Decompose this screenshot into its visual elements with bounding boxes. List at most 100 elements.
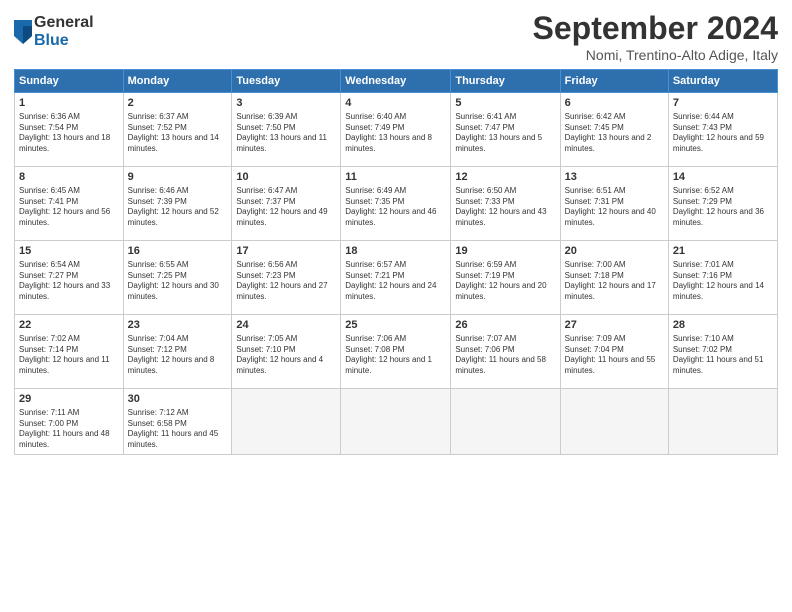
calendar-cell: 13Sunrise: 6:51 AMSunset: 7:31 PMDayligh… [560, 167, 668, 241]
calendar-cell: 20Sunrise: 7:00 AMSunset: 7:18 PMDayligh… [560, 241, 668, 315]
daylight: Daylight: 11 hours and 58 minutes. [455, 355, 546, 375]
calendar-cell: 17Sunrise: 6:56 AM Sunset: 7:23 PMDayligh… [232, 241, 341, 315]
sunset: Sunset: 7:45 PM [565, 123, 624, 132]
daylight: Daylight: 12 hours and 43 minutes. [455, 207, 546, 227]
calendar-cell: 29Sunrise: 7:11 AMSunset: 7:00 PMDayligh… [15, 389, 124, 455]
calendar-cell: 18Sunrise: 6:57 AMSunset: 7:21 PMDayligh… [341, 241, 451, 315]
sunrise: Sunrise: 7:05 AM [236, 334, 297, 343]
sunrise: Sunrise: 7:12 AM [128, 408, 189, 417]
day-number: 23 [128, 318, 228, 333]
day-number: 21 [673, 244, 773, 259]
daylight: Daylight: 13 hours and 18 minutes. [19, 133, 110, 153]
daylight: Daylight: 12 hours and 17 minutes. [565, 281, 656, 301]
sunrise: Sunrise: 7:02 AM [19, 334, 80, 343]
sunset: Sunset: 7:04 PM [565, 345, 624, 354]
sunset: Sunset: 7:41 PM [19, 197, 78, 206]
main-title: September 2024 [533, 10, 778, 47]
day-number: 22 [19, 318, 119, 333]
calendar-cell [668, 389, 777, 455]
sunset: Sunset: 7:14 PM [19, 345, 78, 354]
sunset: Sunset: 7:10 PM [236, 345, 295, 354]
col-header-thursday: Thursday [451, 70, 560, 93]
calendar-cell: 6Sunrise: 6:42 AMSunset: 7:45 PMDaylight… [560, 93, 668, 167]
sunset: Sunset: 7:16 PM [673, 271, 732, 280]
sunrise: Sunrise: 6:46 AM [128, 186, 189, 195]
calendar-cell: 25Sunrise: 7:06 AMSunset: 7:08 PMDayligh… [341, 315, 451, 389]
sunrise: Sunrise: 6:49 AM [345, 186, 406, 195]
calendar-cell: 21Sunrise: 7:01 AMSunset: 7:16 PMDayligh… [668, 241, 777, 315]
sunrise: Sunrise: 7:11 AM [19, 408, 79, 417]
daylight: Daylight: 13 hours and 5 minutes. [455, 133, 542, 153]
sunrise: Sunrise: 6:51 AM [565, 186, 626, 195]
daylight: Daylight: 12 hours and 24 minutes. [345, 281, 436, 301]
sunrise: Sunrise: 6:47 AM [236, 186, 297, 195]
sunrise: Sunrise: 6:41 AM [455, 112, 516, 121]
sunset: Sunset: 7:39 PM [128, 197, 187, 206]
daylight: Daylight: 12 hours and 20 minutes. [455, 281, 546, 301]
day-number: 3 [236, 96, 336, 111]
sunset: Sunset: 7:49 PM [345, 123, 404, 132]
sunrise: Sunrise: 6:44 AM [673, 112, 734, 121]
daylight: Daylight: 13 hours and 14 minutes. [128, 133, 219, 153]
col-header-tuesday: Tuesday [232, 70, 341, 93]
day-number: 28 [673, 318, 773, 333]
sunset: Sunset: 7:12 PM [128, 345, 187, 354]
sunrise: Sunrise: 7:10 AM [673, 334, 734, 343]
calendar-cell: 11Sunrise: 6:49 AMSunset: 7:35 PMDayligh… [341, 167, 451, 241]
day-number: 19 [455, 244, 555, 259]
day-number: 20 [565, 244, 664, 259]
col-header-friday: Friday [560, 70, 668, 93]
daylight: Daylight: 12 hours and 27 minutes. [236, 281, 327, 301]
daylight: Daylight: 12 hours and 33 minutes. [19, 281, 110, 301]
sunrise: Sunrise: 6:42 AM [565, 112, 626, 121]
day-number: 27 [565, 318, 664, 333]
calendar-cell: 30Sunrise: 7:12 AMSunset: 6:58 PMDayligh… [123, 389, 232, 455]
calendar-cell: 9Sunrise: 6:46 AMSunset: 7:39 PMDaylight… [123, 167, 232, 241]
daylight: Daylight: 12 hours and 8 minutes. [128, 355, 215, 375]
daylight: Daylight: 12 hours and 1 minute. [345, 355, 432, 375]
sunset: Sunset: 7:54 PM [19, 123, 78, 132]
sunset: Sunset: 7:25 PM [128, 271, 187, 280]
sunset: Sunset: 7:37 PM [236, 197, 295, 206]
calendar-cell: 3Sunrise: 6:39 AMSunset: 7:50 PMDaylight… [232, 93, 341, 167]
sunset: Sunset: 7:43 PM [673, 123, 732, 132]
day-number: 29 [19, 392, 119, 407]
day-number: 25 [345, 318, 446, 333]
sunrise: Sunrise: 7:00 AM [565, 260, 626, 269]
calendar-cell: 12Sunrise: 6:50 AMSunset: 7:33 PMDayligh… [451, 167, 560, 241]
daylight: Daylight: 12 hours and 11 minutes. [19, 355, 110, 375]
col-header-wednesday: Wednesday [341, 70, 451, 93]
sunrise: Sunrise: 6:40 AM [345, 112, 406, 121]
day-number: 11 [345, 170, 446, 185]
calendar-cell: 10Sunrise: 6:47 AMSunset: 7:37 PMDayligh… [232, 167, 341, 241]
day-number: 16 [128, 244, 228, 259]
col-header-monday: Monday [123, 70, 232, 93]
day-number: 17 [236, 244, 336, 259]
daylight: Daylight: 12 hours and 59 minutes. [673, 133, 764, 153]
sunrise: Sunrise: 6:54 AM [19, 260, 80, 269]
calendar-cell: 16Sunrise: 6:55 AMSunset: 7:25 PMDayligh… [123, 241, 232, 315]
day-number: 4 [345, 96, 446, 111]
sunrise: Sunrise: 6:39 AM [236, 112, 297, 121]
calendar-cell: 22Sunrise: 7:02 AM Sunset: 7:14 PMDayligh… [15, 315, 124, 389]
day-number: 6 [565, 96, 664, 111]
daylight: Daylight: 12 hours and 49 minutes. [236, 207, 327, 227]
sunset: Sunset: 7:23 PM [236, 271, 295, 280]
daylight: Daylight: 13 hours and 8 minutes. [345, 133, 432, 153]
sunrise: Sunrise: 6:59 AM [455, 260, 516, 269]
sunrise: Sunrise: 6:37 AM [128, 112, 189, 121]
calendar-cell: 8Sunrise: 6:45 AMSunset: 7:41 PMDaylight… [15, 167, 124, 241]
calendar-cell [560, 389, 668, 455]
sunrise: Sunrise: 6:56 AM [236, 260, 297, 269]
sunrise: Sunrise: 7:09 AM [565, 334, 626, 343]
calendar-cell: 7Sunrise: 6:44 AMSunset: 7:43 PMDaylight… [668, 93, 777, 167]
day-number: 9 [128, 170, 228, 185]
calendar-cell [341, 389, 451, 455]
sunset: Sunset: 7:47 PM [455, 123, 514, 132]
sunrise: Sunrise: 7:06 AM [345, 334, 406, 343]
header: General Blue September 2024 Nomi, Trenti… [14, 10, 778, 63]
daylight: Daylight: 12 hours and 4 minutes. [236, 355, 323, 375]
sunset: Sunset: 7:31 PM [565, 197, 624, 206]
sunset: Sunset: 6:58 PM [128, 419, 187, 428]
calendar-cell: 5Sunrise: 6:41 AMSunset: 7:47 PMDaylight… [451, 93, 560, 167]
